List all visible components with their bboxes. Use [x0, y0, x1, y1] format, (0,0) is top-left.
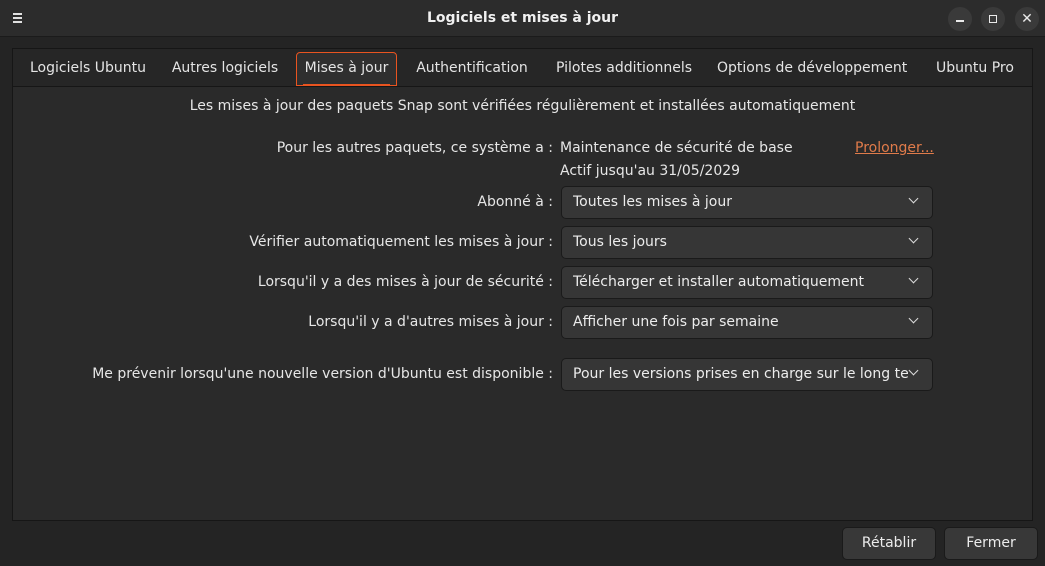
notify-version-dropdown[interactable]: Pour les versions prises en charge sur l…	[561, 358, 933, 391]
subscribed-label: Abonné à :	[477, 194, 553, 210]
extend-link[interactable]: Prolonger...	[855, 140, 934, 156]
tab-pilotes-additionnels[interactable]: Pilotes additionnels	[551, 49, 697, 87]
security-updates-value: Télécharger et installer automatiquement	[573, 274, 865, 290]
chevron-down-icon	[908, 195, 920, 207]
window-title: Logiciels et mises à jour	[426, 10, 619, 26]
close-window-button[interactable]: ✕	[1015, 7, 1039, 31]
chevron-down-icon	[908, 367, 920, 379]
chevron-down-icon	[908, 315, 920, 327]
maximize-icon	[989, 15, 997, 23]
other-updates-dropdown[interactable]: Afficher une fois par semaine	[561, 306, 933, 339]
auto-check-label: Vérifier automatiquement les mises à jou…	[249, 234, 553, 250]
maintenance-value: Maintenance de sécurité de base	[560, 140, 793, 156]
minimize-button[interactable]	[948, 7, 972, 31]
minimize-icon	[956, 20, 964, 22]
other-updates-value: Afficher une fois par semaine	[573, 314, 779, 330]
auto-check-value: Tous les jours	[573, 234, 667, 250]
subscribed-dropdown[interactable]: Toutes les mises à jour	[561, 186, 933, 219]
notify-version-label: Me prévenir lorsqu'une nouvelle version …	[92, 366, 553, 382]
tab-autres-logiciels[interactable]: Autres logiciels	[167, 49, 283, 87]
chevron-down-icon	[908, 235, 920, 247]
subscribed-value: Toutes les mises à jour	[573, 194, 732, 210]
software-updates-window: Logiciels et mises à jour ✕ Logiciels Ub…	[0, 0, 1045, 566]
hamburger-menu-icon[interactable]	[8, 9, 28, 27]
tab-options-developpement[interactable]: Options de développement	[717, 49, 907, 87]
title-bar: Logiciels et mises à jour ✕	[0, 0, 1045, 37]
tab-ubuntu-pro[interactable]: Ubuntu Pro	[929, 49, 1021, 87]
other-updates-label: Lorsqu'il y a d'autres mises à jour :	[308, 314, 553, 330]
maximize-button[interactable]	[981, 7, 1005, 31]
tab-authentification[interactable]: Authentification	[411, 49, 533, 87]
auto-check-dropdown[interactable]: Tous les jours	[561, 226, 933, 259]
security-updates-dropdown[interactable]: Télécharger et installer automatiquement	[561, 266, 933, 299]
other-packages-label: Pour les autres paquets, ce système a :	[276, 140, 553, 156]
security-updates-label: Lorsqu'il y a des mises à jour de sécuri…	[257, 274, 553, 290]
close-icon: ✕	[1021, 11, 1033, 27]
notify-version-value: Pour les versions prises en charge sur l…	[573, 366, 908, 382]
reset-button[interactable]: Rétablir	[842, 527, 936, 560]
chevron-down-icon	[908, 275, 920, 287]
tab-mises-a-jour[interactable]: Mises à jour	[296, 52, 397, 86]
tab-bar: Logiciels Ubuntu Autres logiciels Mises …	[13, 49, 1032, 87]
tab-logiciels-ubuntu[interactable]: Logiciels Ubuntu	[23, 49, 153, 87]
close-button[interactable]: Fermer	[944, 527, 1038, 560]
active-until: Actif jusqu'au 31/05/2029	[560, 163, 741, 179]
snap-notice: Les mises à jour des paquets Snap sont v…	[189, 98, 856, 114]
